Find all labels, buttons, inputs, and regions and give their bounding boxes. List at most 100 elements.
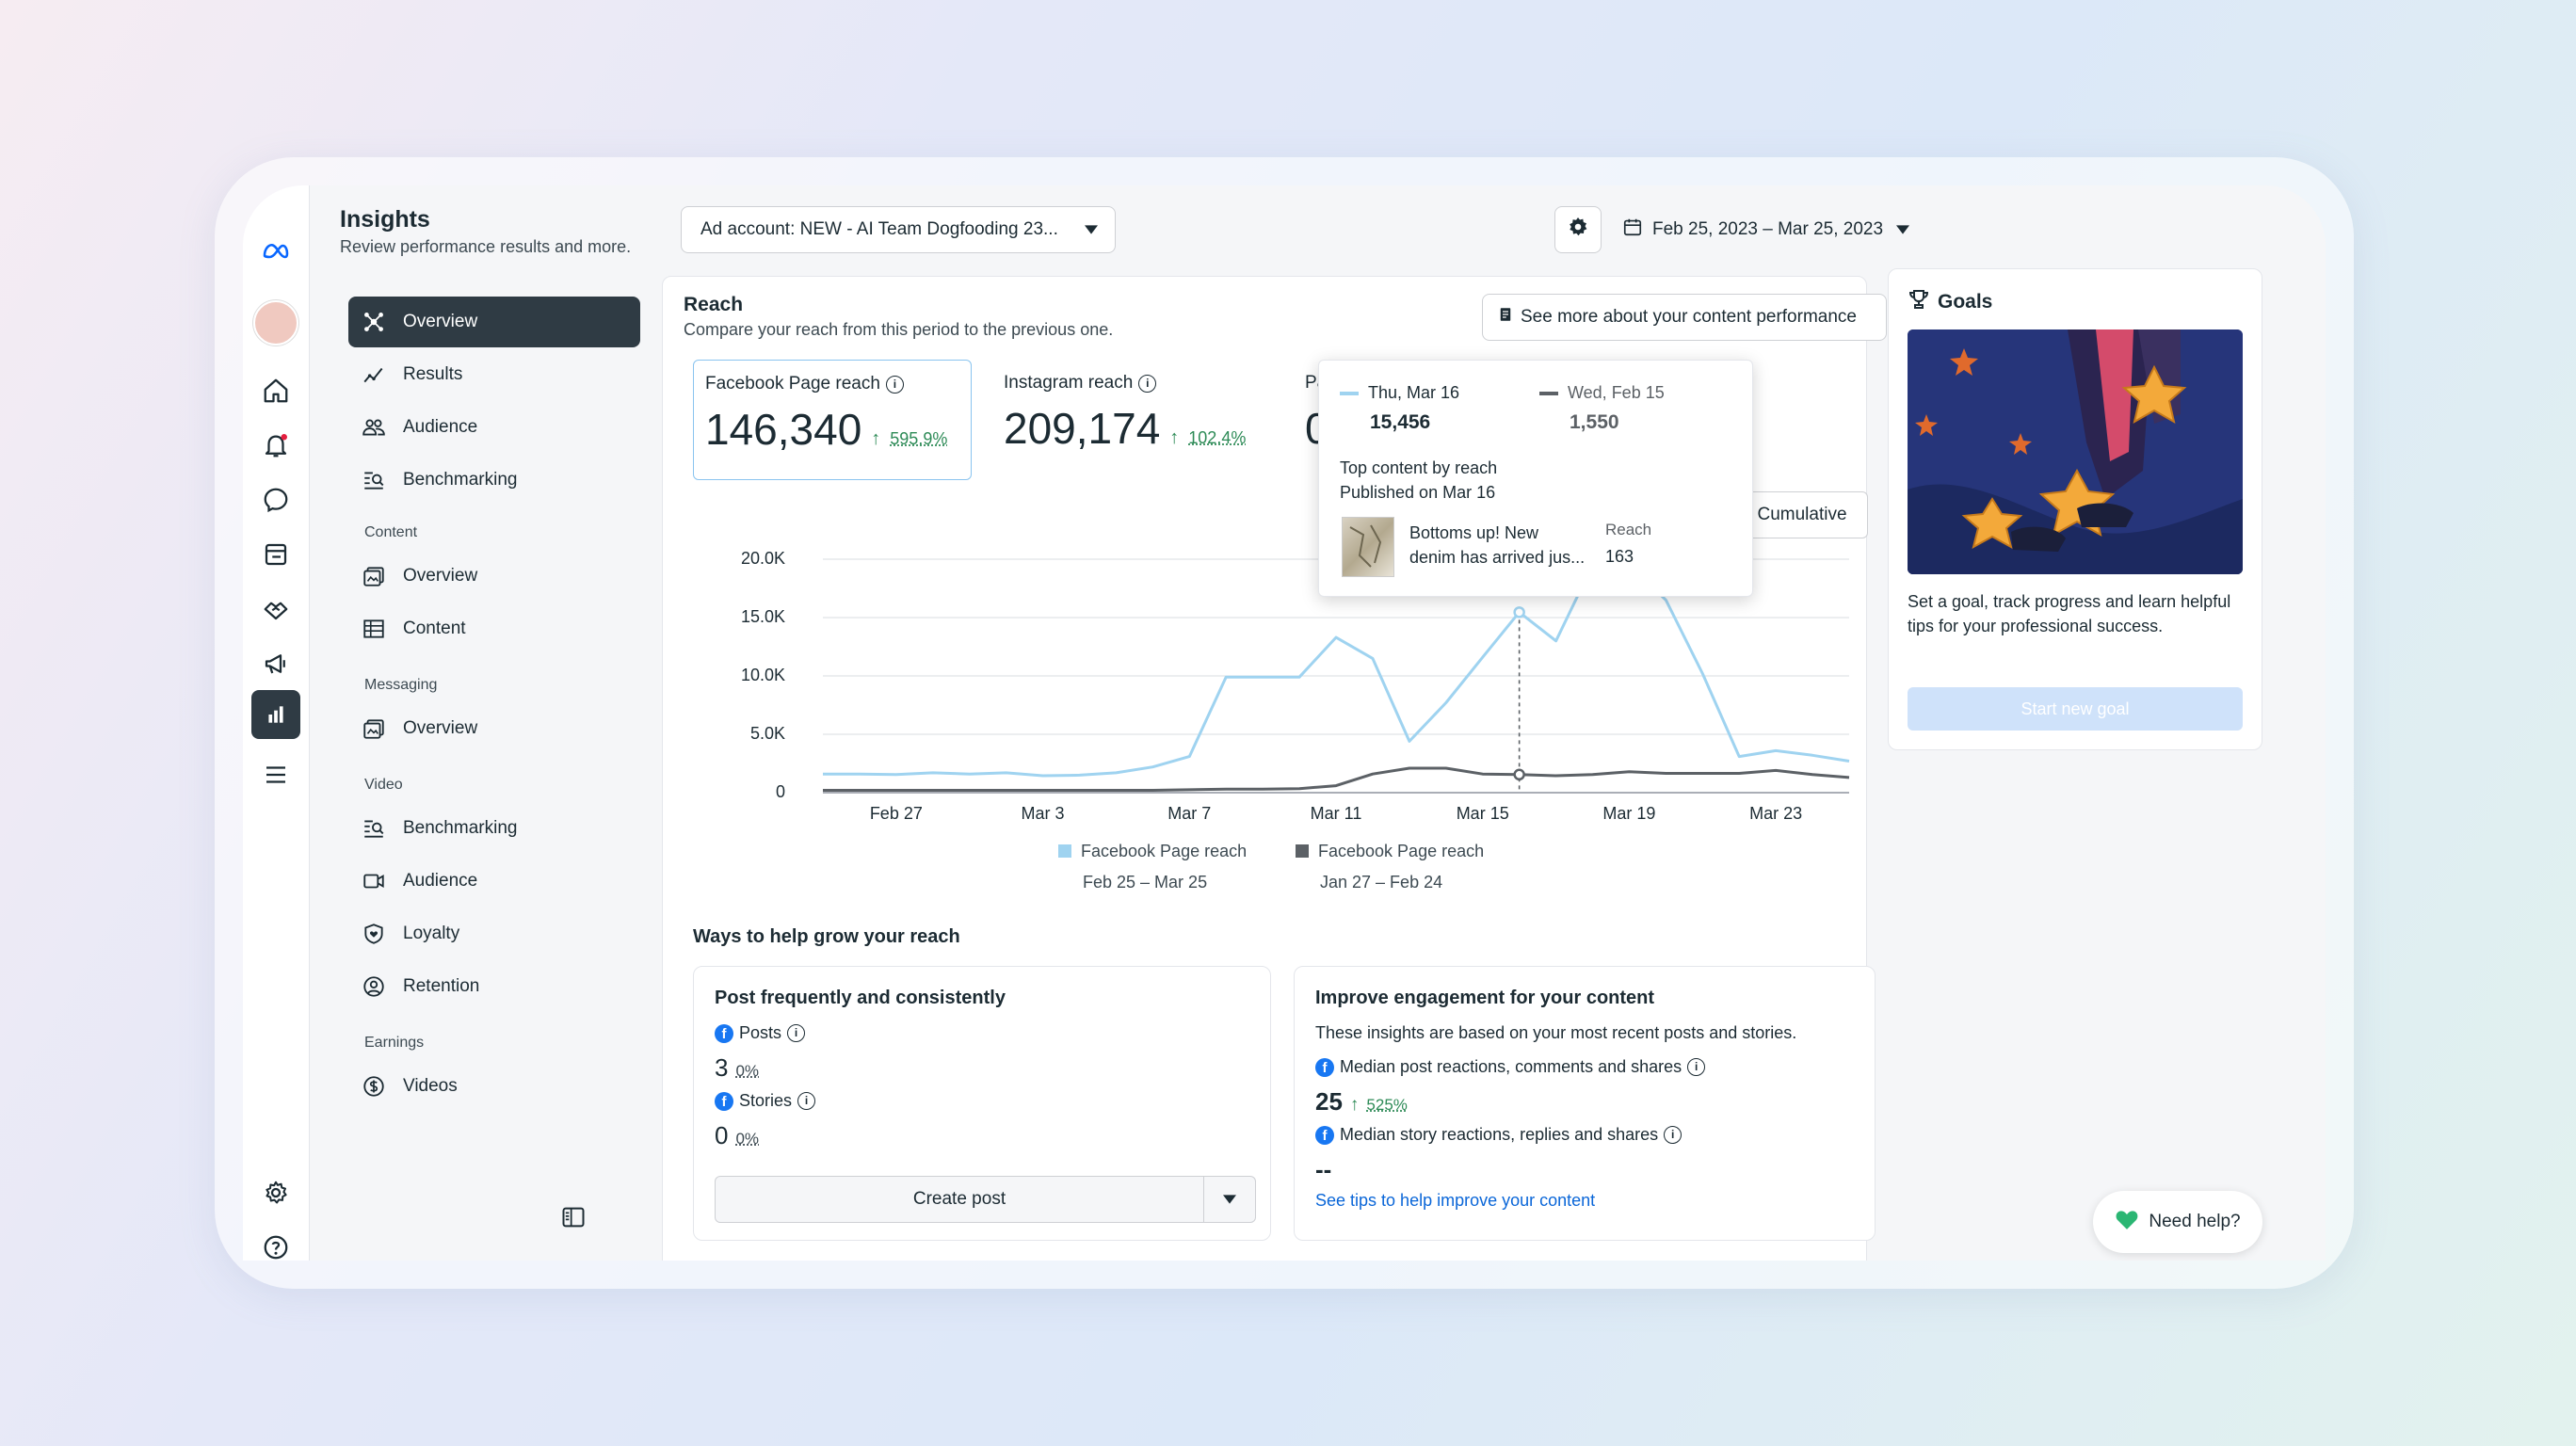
x-tick-label: Mar 23 bbox=[1749, 804, 1803, 823]
notifications-icon[interactable] bbox=[243, 423, 309, 468]
date-range-picker[interactable]: Feb 25, 2023 – Mar 25, 2023 bbox=[1622, 206, 1933, 253]
series-line-previous[interactable] bbox=[823, 766, 1850, 792]
help-circle-icon[interactable] bbox=[243, 1225, 309, 1261]
nav-item-video-benchmarking[interactable]: Benchmarking bbox=[348, 803, 640, 854]
benchmarking-icon bbox=[360, 466, 388, 494]
profile-avatar[interactable] bbox=[243, 300, 309, 345]
legend-item-current[interactable]: Facebook Page reach Feb 25 – Mar 25 bbox=[1058, 842, 1265, 892]
card-title: Improve engagement for your content bbox=[1315, 988, 1655, 1008]
dollar-icon bbox=[360, 1072, 388, 1101]
hover-point-current bbox=[1513, 606, 1525, 619]
ad-account-dropdown[interactable]: Ad account: NEW - AI Team Dogfooding 23.… bbox=[681, 206, 1116, 253]
nav-item-results[interactable]: Results bbox=[348, 349, 640, 400]
home-icon[interactable] bbox=[243, 368, 309, 413]
post-text-line: Bottoms up! New bbox=[1409, 523, 1539, 542]
nav-item-messaging-overview[interactable]: Overview bbox=[348, 703, 640, 754]
nav-section-content: Content bbox=[364, 524, 418, 540]
metric-delta: 525% bbox=[1366, 1096, 1408, 1114]
main-content: Ad account: NEW - AI Team Dogfooding 23.… bbox=[652, 185, 2326, 1261]
meta-logo-icon[interactable] bbox=[243, 229, 309, 274]
metric-tab-instagram-reach[interactable]: Instagram reach i 209,174 ↑ 102.4% bbox=[992, 360, 1271, 480]
page-subtitle: Review performance results and more. bbox=[340, 237, 632, 256]
nav-item-label: Content bbox=[403, 619, 466, 638]
metric-value: 209,174 bbox=[1004, 404, 1161, 453]
see-tips-link[interactable]: See tips to help improve your content bbox=[1315, 1191, 1595, 1211]
insights-sidebar: Insights Review performance results and … bbox=[310, 185, 652, 1261]
reach-title: Reach bbox=[684, 294, 744, 315]
legend-series-name: Facebook Page reach bbox=[1081, 842, 1248, 860]
partnerships-icon[interactable] bbox=[243, 586, 309, 632]
card-description: These insights are based on your most re… bbox=[1315, 1023, 1797, 1042]
legend-series-name: Facebook Page reach bbox=[1318, 842, 1485, 860]
tooltip-current-value: 15,456 bbox=[1370, 411, 1431, 433]
create-post-button[interactable]: Create post bbox=[715, 1176, 1204, 1223]
retention-icon bbox=[360, 972, 388, 1001]
tooltip-current: Thu, Mar 16 bbox=[1340, 383, 1459, 403]
info-icon[interactable]: i bbox=[1138, 374, 1157, 393]
create-post-dropdown[interactable] bbox=[1203, 1176, 1256, 1223]
reach-subtitle: Compare your reach from this period to t… bbox=[684, 320, 1114, 339]
info-icon[interactable]: i bbox=[797, 1092, 816, 1110]
nav-item-loyalty[interactable]: Loyalty bbox=[348, 908, 640, 959]
nav-item-overview[interactable]: Overview bbox=[348, 297, 640, 347]
nav-item-content-overview[interactable]: Overview bbox=[348, 551, 640, 602]
facebook-icon: f bbox=[1315, 1057, 1334, 1077]
nav-item-content[interactable]: Content bbox=[348, 603, 640, 654]
posts-label: Posts bbox=[739, 1023, 782, 1042]
post-frequently-card: Post frequently and consistently f Posts… bbox=[693, 966, 1271, 1241]
loyalty-icon bbox=[360, 920, 388, 948]
settings-button[interactable] bbox=[1554, 206, 1602, 253]
heart-icon bbox=[2115, 1208, 2139, 1236]
info-icon[interactable]: i bbox=[1664, 1126, 1682, 1144]
nav-item-label: Audience bbox=[403, 417, 478, 437]
y-tick-label: 15.0K bbox=[740, 607, 785, 626]
settings-gear-icon[interactable] bbox=[243, 1170, 309, 1215]
tooltip-previous-value: 1,550 bbox=[1570, 411, 1619, 433]
menu-icon[interactable] bbox=[243, 752, 309, 797]
nav-item-audience[interactable]: Audience bbox=[348, 402, 640, 453]
metric-tab-facebook-reach[interactable]: Facebook Page reach i 146,340 ↑ 595.9% bbox=[693, 360, 972, 480]
video-icon bbox=[360, 867, 388, 895]
messages-icon[interactable] bbox=[243, 477, 309, 522]
post-text-line: denim has arrived jus... bbox=[1409, 548, 1586, 567]
start-new-goal-button[interactable]: Start new goal bbox=[1908, 687, 2243, 731]
nav-item-label: Retention bbox=[403, 976, 480, 996]
page-title: Insights bbox=[340, 206, 430, 233]
info-icon[interactable]: i bbox=[1687, 1058, 1706, 1076]
tooltip-current-date: Thu, Mar 16 bbox=[1368, 383, 1460, 402]
chart-tooltip: Thu, Mar 16 15,456 Wed, Feb 15 1,550 Top… bbox=[1318, 360, 1753, 597]
nav-item-label: Loyalty bbox=[403, 924, 460, 943]
tooltip-previous: Wed, Feb 15 bbox=[1539, 383, 1665, 403]
legend-item-previous[interactable]: Facebook Page reach Jan 27 – Feb 24 bbox=[1296, 842, 1503, 892]
nav-item-benchmarking[interactable]: Benchmarking bbox=[348, 455, 640, 506]
nav-item-earnings-videos[interactable]: Videos bbox=[348, 1061, 640, 1112]
stories-label: Stories bbox=[739, 1091, 793, 1110]
metric-value: -- bbox=[1315, 1155, 1332, 1183]
nav-item-label: Overview bbox=[403, 566, 478, 586]
posts-value: 3 bbox=[715, 1053, 729, 1082]
facebook-icon: f bbox=[1315, 1125, 1334, 1145]
improve-engagement-card: Improve engagement for your content Thes… bbox=[1294, 966, 1876, 1241]
need-help-label: Need help? bbox=[2149, 1212, 2241, 1231]
x-tick-label: Feb 27 bbox=[869, 804, 923, 823]
nav-item-retention[interactable]: Retention bbox=[348, 961, 640, 1012]
table-icon bbox=[360, 615, 388, 643]
nav-item-video-audience[interactable]: Audience bbox=[348, 856, 640, 907]
need-help-button[interactable]: Need help? bbox=[2093, 1191, 2262, 1253]
nav-item-label: Videos bbox=[403, 1076, 458, 1096]
ads-megaphone-icon[interactable] bbox=[243, 641, 309, 686]
see-more-content-button[interactable]: See more about your content performance bbox=[1482, 294, 1887, 341]
info-icon[interactable]: i bbox=[787, 1024, 806, 1042]
see-more-label: See more about your content performance bbox=[1521, 307, 1857, 327]
messaging-overview-icon bbox=[360, 715, 388, 743]
facebook-icon: f bbox=[715, 1091, 733, 1111]
tooltip-reach-value: 163 bbox=[1605, 547, 1634, 566]
collapse-sidebar-icon[interactable] bbox=[560, 1204, 588, 1232]
pages-icon[interactable] bbox=[243, 532, 309, 577]
insights-icon[interactable] bbox=[251, 690, 300, 739]
page-header: Insights Review performance results and … bbox=[340, 206, 631, 257]
nav-item-label: Audience bbox=[403, 871, 478, 891]
grow-section-title: Ways to help grow your reach bbox=[693, 926, 960, 947]
info-icon[interactable]: i bbox=[885, 375, 904, 394]
post-thumbnail bbox=[1342, 517, 1394, 577]
